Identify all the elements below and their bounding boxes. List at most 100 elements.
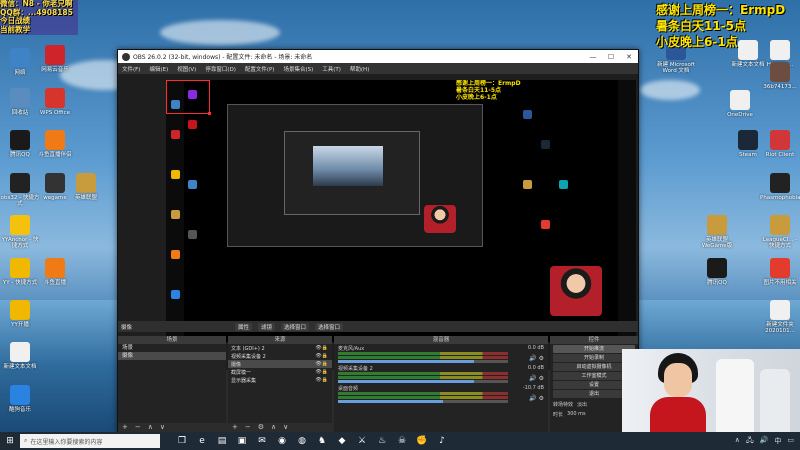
music-icon[interactable]: ♪ (432, 436, 452, 446)
desktop-icon[interactable]: 腾讯QQ (697, 258, 737, 286)
desktop-icon[interactable]: obs32 - 快捷方式 (0, 173, 40, 208)
filters-button[interactable]: 滤镜 (258, 322, 276, 331)
menu-edit[interactable]: 编辑(E) (149, 65, 168, 73)
menu-help[interactable]: 帮助(H) (350, 65, 369, 73)
duration-input[interactable]: 300 ms (567, 411, 586, 418)
menu-scene-collection[interactable]: 场景集合(S) (283, 65, 313, 73)
obs-icon[interactable]: ◉ (272, 436, 292, 446)
desktop-icon[interactable]: Phasmophobia (760, 173, 800, 201)
wegame-icon[interactable]: ◆ (332, 436, 352, 446)
properties-button[interactable]: 属性 (235, 322, 253, 331)
steam-icon[interactable]: ♨ (372, 436, 392, 446)
explorer-icon[interactable]: ▤ (212, 436, 232, 446)
desktop-icon[interactable]: 36b74173... (760, 62, 800, 90)
desktop-icon[interactable]: 新建文件夹 2020101... (760, 300, 800, 335)
qq-icon[interactable]: ♞ (312, 436, 332, 446)
minimize-icon[interactable]: — (584, 53, 602, 61)
select-window-button[interactable]: 选择窗口 (281, 322, 310, 331)
tray-chevron-icon[interactable]: ∧ (735, 436, 740, 447)
source-item[interactable]: 文本 (GDI+) 2 👁🔒 (228, 344, 332, 352)
volume-fader[interactable] (338, 400, 508, 403)
netease-music-icon (45, 45, 65, 65)
move-up-icon[interactable]: ∧ (271, 423, 276, 432)
remove-icon[interactable]: − (245, 423, 251, 432)
scene-item[interactable]: 场景 (118, 344, 226, 352)
preview-webcam (550, 266, 602, 316)
mute-gear-icon[interactable]: 🔊 ⚙ (529, 355, 544, 362)
gear-icon[interactable]: ⚙ (258, 423, 264, 432)
mute-gear-icon[interactable]: 🔊 ⚙ (529, 375, 544, 382)
add-icon[interactable]: + (122, 423, 128, 432)
obs-window[interactable]: OBS 26.0.2 (32-bit, windows) - 配置文件: 未命名… (117, 49, 639, 434)
desktop-icon[interactable]: YYAnchor - 快捷方式 (0, 215, 40, 250)
search-placeholder: 在这里输入你要搜索的内容 (30, 438, 103, 446)
move-down-icon[interactable]: ∨ (283, 423, 288, 432)
scene-item[interactable]: 摄像 (118, 352, 226, 360)
desktop-icon[interactable]: 英雄联盟WeGame版 (697, 215, 737, 250)
desktop-icon[interactable]: YY开播 (0, 300, 40, 328)
mail-icon[interactable]: ✉ (252, 436, 272, 446)
desktop-icon[interactable]: OneDrive (720, 90, 760, 118)
source-item[interactable]: 显示器采集 👁🔒 (228, 376, 332, 384)
taskbar-search[interactable]: ⌕ 在这里输入你要搜索的内容 (20, 434, 160, 448)
desktop-icon[interactable]: 酷狗音乐 (0, 385, 40, 413)
desktop-icon[interactable]: 网易云音乐 (35, 45, 75, 73)
windows-start-icon[interactable]: ⊞ (0, 436, 20, 446)
desktop-icon[interactable]: YY - 快捷方式 (0, 258, 40, 286)
desktop-icon[interactable]: Riot Client (760, 130, 800, 158)
select-window-button-2[interactable]: 选择窗口 (315, 322, 344, 331)
desktop-icon[interactable]: WPS Office (35, 88, 75, 116)
remove-icon[interactable]: − (135, 423, 141, 432)
chrome-icon[interactable]: ◍ (292, 436, 312, 446)
cloud (160, 20, 280, 45)
selection-box[interactable] (166, 80, 211, 115)
visibility-eye-icon[interactable]: 👁🔒 (315, 345, 328, 351)
desktop-icon[interactable]: 网络 (0, 48, 40, 76)
menu-file[interactable]: 文件(F) (122, 65, 140, 73)
taskbar: ⊞ ⌕ 在这里输入你要搜索的内容 ❐ e ▤ ▣ ✉ ◉ ◍ ♞ ◆ ⚔ ♨ ☠ ✊ ♪ ∧ 🖧 🔊 中 … (0, 432, 800, 450)
visibility-eye-icon[interactable]: 👁🔒 (315, 361, 328, 367)
preview-canvas[interactable]: 感谢上周榜一：ErmpD 暑条白天11-5点 小皮晚上6-1点 (166, 80, 636, 342)
move-up-icon[interactable]: ∧ (148, 423, 153, 432)
visibility-eye-icon[interactable]: 👁🔒 (315, 353, 328, 359)
obs-titlebar[interactable]: OBS 26.0.2 (32-bit, windows) - 配置文件: 未命名… (118, 50, 638, 63)
ime-tray-icon[interactable]: 中 (774, 436, 781, 447)
desktop-icon[interactable]: 图片不用相关 (760, 258, 800, 286)
menu-tools[interactable]: 工具(T) (322, 65, 341, 73)
source-item[interactable]: 截屏模一 👁🔒 (228, 368, 332, 376)
mute-gear-icon[interactable]: 🔊 ⚙ (529, 395, 544, 402)
desktop-icon[interactable]: 回收站 (0, 88, 40, 116)
desktop-icon[interactable]: LeagueCl... - 快捷方式 (760, 215, 800, 250)
visibility-eye-icon[interactable]: 👁🔒 (315, 377, 328, 383)
visibility-eye-icon[interactable]: 👁🔒 (315, 369, 328, 375)
volume-fader[interactable] (338, 380, 508, 383)
desktop-icon[interactable]: 腾讯QQ (0, 130, 40, 158)
desktop-icon[interactable]: 斗鱼直播 (35, 258, 75, 286)
transition-select[interactable]: 淡出 (577, 401, 587, 408)
mixer-channel: 视频采集设备 2 0.0 dB 🔊 ⚙ (334, 364, 548, 384)
controls-dock-title: 控件 (550, 336, 638, 344)
desktop-icon[interactable]: 新建文本文档 (0, 342, 40, 370)
lol-icon[interactable]: ⚔ (352, 436, 372, 446)
store-icon[interactable]: ▣ (232, 436, 252, 446)
maximize-icon[interactable]: ☐ (602, 53, 620, 61)
phasmo-icon[interactable]: ☠ (392, 436, 412, 446)
task-view-icon[interactable]: ❐ (172, 436, 192, 446)
menu-profile[interactable]: 配置文件(P) (245, 65, 275, 73)
menu-docks[interactable]: 停靠窗口(D) (205, 65, 236, 73)
menu-view[interactable]: 视图(V) (177, 65, 196, 73)
volume-fader[interactable] (338, 360, 508, 363)
source-item[interactable]: 摄像 👁🔒 (228, 360, 332, 368)
edge-icon[interactable]: e (192, 436, 212, 446)
desktop-icon[interactable]: 斗鱼直播伴侣 (35, 130, 75, 158)
volume-tray-icon[interactable]: 🔊 (760, 436, 769, 447)
notification-icon[interactable]: ▭ (787, 436, 794, 447)
desktop-icon[interactable]: 英雄联盟 (66, 173, 106, 201)
close-icon[interactable]: ✕ (620, 53, 638, 61)
source-item[interactable]: 视频采集设备 2 👁🔒 (228, 352, 332, 360)
source-toolbar: 摄像 属性 滤镜 选择窗口 选择窗口 (118, 321, 638, 332)
network-tray-icon[interactable]: 🖧 (746, 436, 754, 447)
add-icon[interactable]: + (232, 423, 238, 432)
move-down-icon[interactable]: ∨ (160, 423, 165, 432)
riot-icon[interactable]: ✊ (412, 436, 432, 446)
